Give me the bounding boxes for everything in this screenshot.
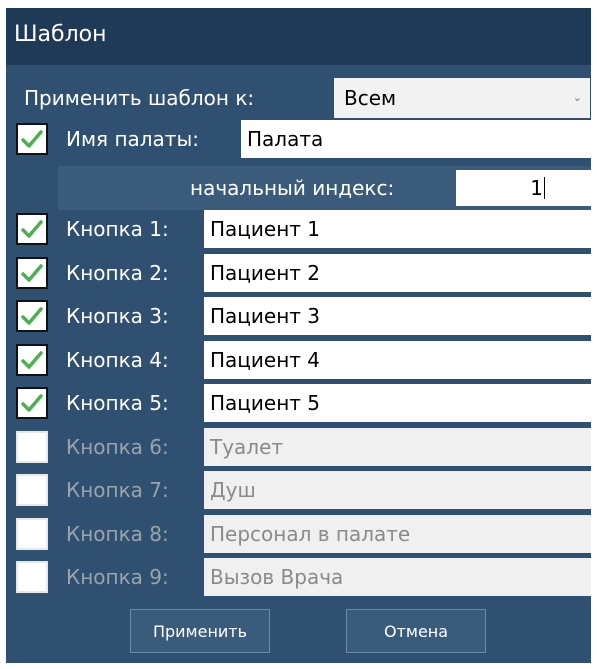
button-8-value: Персонал в палате xyxy=(210,522,411,546)
button-3-checkbox[interactable] xyxy=(16,300,48,332)
button-3-field[interactable]: Пациент 3 xyxy=(204,297,591,335)
button-4-checkbox[interactable] xyxy=(16,344,48,376)
button-2-value: Пациент 2 xyxy=(210,261,321,285)
button-9-field[interactable]: Вызов Врача xyxy=(204,558,591,596)
checkmark-icon xyxy=(21,130,43,148)
button-3-label: Кнопка 3: xyxy=(66,304,169,328)
button-1-field[interactable]: Пациент 1 xyxy=(204,210,591,248)
button-5-label: Кнопка 5: xyxy=(66,391,169,415)
title-bar: Шаблон xyxy=(6,8,591,65)
button-1-value: Пациент 1 xyxy=(210,217,321,241)
apply-button[interactable]: Применить xyxy=(130,609,270,653)
start-index-panel: начальный индекс: 1 xyxy=(58,166,591,210)
button-7-value: Душ xyxy=(210,478,256,502)
button-6-checkbox[interactable] xyxy=(16,431,48,463)
button-9-value: Вызов Врача xyxy=(210,565,344,589)
ward-name-label: Имя палаты: xyxy=(66,127,199,151)
apply-to-label: Применить шаблон к: xyxy=(24,86,255,110)
checkmark-icon xyxy=(21,394,43,412)
checkmark-icon xyxy=(21,351,43,369)
button-2-field[interactable]: Пациент 2 xyxy=(204,254,591,292)
chevron-down-icon: ⌄ xyxy=(572,91,582,104)
checkmark-icon xyxy=(21,307,43,325)
button-7-field[interactable]: Душ xyxy=(204,471,591,509)
button-8-label: Кнопка 8: xyxy=(66,522,169,546)
button-5-value: Пациент 5 xyxy=(210,391,321,415)
start-index-field[interactable]: 1 xyxy=(456,170,591,206)
button-6-value: Туалет xyxy=(210,435,284,459)
apply-to-select[interactable]: Всем ⌄ xyxy=(334,78,590,118)
button-2-label: Кнопка 2: xyxy=(66,261,169,285)
button-8-checkbox[interactable] xyxy=(16,518,48,550)
button-7-label: Кнопка 7: xyxy=(66,478,169,502)
button-8-field[interactable]: Персонал в палате xyxy=(204,515,591,553)
button-4-label: Кнопка 4: xyxy=(66,348,169,372)
button-4-value: Пациент 4 xyxy=(210,348,321,372)
ward-name-field[interactable]: Палата xyxy=(241,120,591,158)
checkmark-icon xyxy=(21,220,43,238)
checkmark-icon xyxy=(21,264,43,282)
button-2-checkbox[interactable] xyxy=(16,257,48,289)
start-index-label: начальный индекс: xyxy=(190,176,395,200)
cancel-button[interactable]: Отмена xyxy=(346,609,486,653)
button-4-field[interactable]: Пациент 4 xyxy=(204,341,591,379)
button-1-checkbox[interactable] xyxy=(16,213,48,245)
button-5-field[interactable]: Пациент 5 xyxy=(204,384,591,422)
apply-to-value: Всем xyxy=(344,86,397,110)
button-1-label: Кнопка 1: xyxy=(66,217,169,241)
start-index-value: 1 xyxy=(530,176,545,200)
button-6-field[interactable]: Туалет xyxy=(204,428,591,466)
ward-name-checkbox[interactable] xyxy=(16,123,48,155)
text-caret xyxy=(544,177,545,199)
dialog-title: Шаблон xyxy=(14,22,107,47)
button-7-checkbox[interactable] xyxy=(16,474,48,506)
button-5-checkbox[interactable] xyxy=(16,387,48,419)
button-9-label: Кнопка 9: xyxy=(66,565,169,589)
button-3-value: Пациент 3 xyxy=(210,304,321,328)
button-6-label: Кнопка 6: xyxy=(66,435,169,459)
ward-name-value: Палата xyxy=(247,127,324,151)
template-dialog: Шаблон Применить шаблон к: Всем ⌄ Имя па… xyxy=(6,8,591,663)
button-9-checkbox[interactable] xyxy=(16,561,48,593)
